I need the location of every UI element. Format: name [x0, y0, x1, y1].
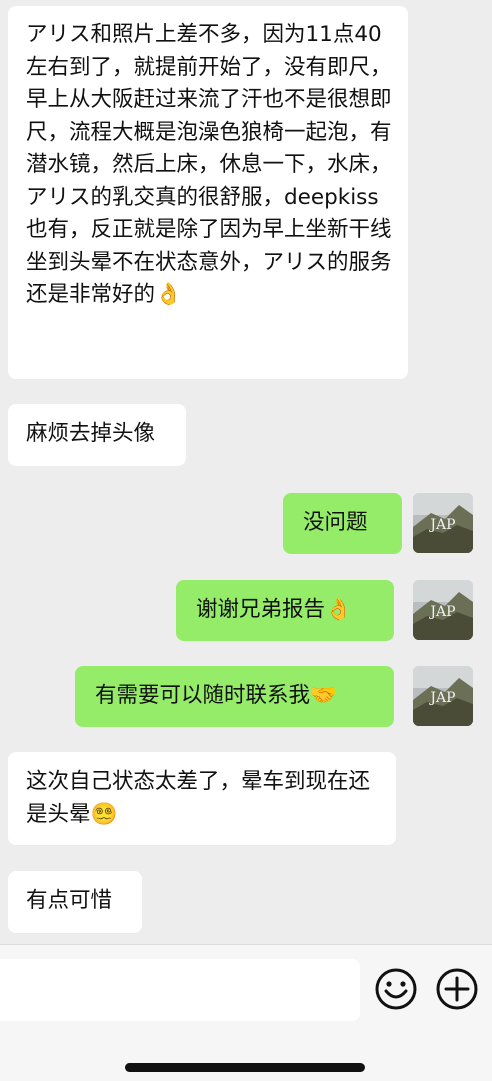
mountain-avatar-icon: JAP: [413, 493, 473, 553]
ok-hand-emoji: 👌: [155, 282, 182, 307]
user-avatar[interactable]: JAP: [413, 666, 473, 726]
avatar-label: JAP: [428, 517, 455, 533]
mountain-avatar-icon: JAP: [413, 666, 473, 726]
message-bubble-incoming[interactable]: 有点可惜: [8, 871, 142, 933]
message-bubble-incoming[interactable]: 麻烦去掉头像: [8, 404, 186, 466]
message-bubble-outgoing[interactable]: 有需要可以随时联系我🤝: [75, 666, 394, 727]
message-text: アリス和照片上差不多，因为11点40左右到了，就提前开始了，没有即尺，早上从大阪…: [26, 22, 392, 307]
home-indicator[interactable]: [125, 1063, 365, 1072]
message-text: 谢谢兄弟报告: [196, 597, 326, 622]
smiley-icon[interactable]: [374, 967, 418, 1011]
handshake-emoji: 🤝: [310, 683, 337, 708]
message-bubble-incoming[interactable]: 这次自己状态太差了，晕车到现在还是头晕😵‍💫: [8, 752, 396, 845]
avatar-label: JAP: [428, 690, 455, 706]
plus-circle-icon[interactable]: [435, 967, 479, 1011]
message-input[interactable]: [0, 959, 360, 1021]
message-text: 有点可惜: [26, 888, 113, 913]
message-text: 这次自己状态太差了，晕车到现在还是头晕: [26, 769, 371, 827]
ok-hand-emoji: 👌: [325, 597, 352, 622]
message-text: 麻烦去掉头像: [26, 421, 156, 446]
mountain-avatar-icon: JAP: [413, 580, 473, 640]
chat-input-bar: [0, 944, 492, 1081]
user-avatar[interactable]: JAP: [413, 580, 473, 640]
dizzy-face-emoji: 😵‍💫: [90, 801, 118, 827]
message-text: 没问题: [303, 510, 368, 535]
message-bubble-incoming[interactable]: アリス和照片上差不多，因为11点40左右到了，就提前开始了，没有即尺，早上从大阪…: [8, 6, 408, 379]
message-bubble-outgoing[interactable]: 没问题: [283, 493, 402, 554]
avatar-label: JAP: [428, 604, 455, 620]
message-bubble-outgoing[interactable]: 谢谢兄弟报告👌: [176, 580, 394, 641]
message-text: 有需要可以随时联系我: [95, 683, 311, 708]
user-avatar[interactable]: JAP: [413, 493, 473, 553]
